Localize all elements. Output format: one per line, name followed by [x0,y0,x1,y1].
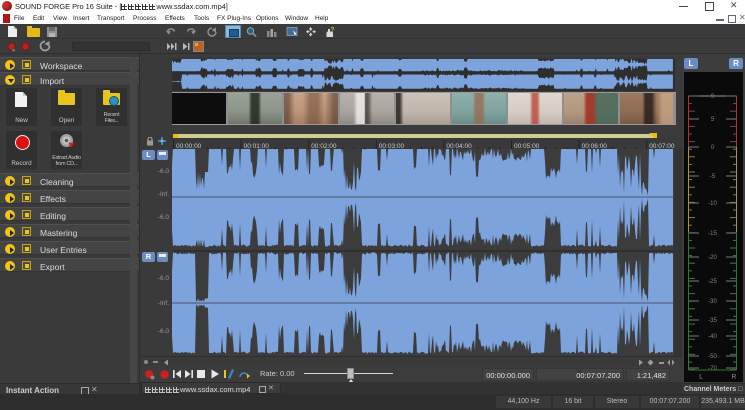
svg-text:-20: -20 [708,255,717,261]
svg-text:0: 0 [711,145,715,151]
svg-text:-40: -40 [708,334,717,340]
svg-text:9: 9 [711,94,715,100]
svg-text:?: ? [331,27,335,34]
svg-text:R: R [732,374,737,381]
svg-text:-25: -25 [708,279,717,285]
svg-text:-35: -35 [708,318,717,324]
svg-text:-70: -70 [708,366,717,372]
svg-text:-15: -15 [708,231,717,237]
svg-text:L: L [699,374,703,381]
svg-text:-50: -50 [708,354,717,360]
svg-text:-30: -30 [708,299,717,305]
svg-text:5: 5 [711,117,715,123]
svg-text:-5: -5 [710,174,716,180]
svg-text:-10: -10 [708,201,717,207]
